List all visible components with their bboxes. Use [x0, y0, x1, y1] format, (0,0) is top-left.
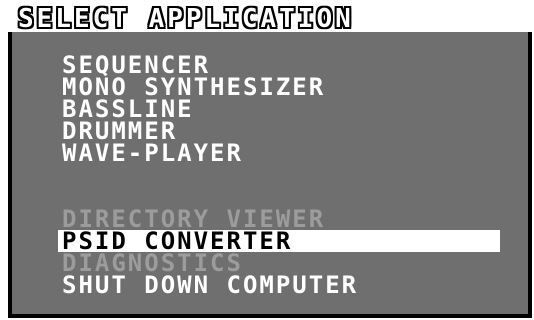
menu-gap — [62, 164, 532, 208]
screen: SELECT APPLICATION SEQUENCER MONO SYNTHE… — [0, 0, 534, 320]
window-title: SELECT APPLICATION — [18, 4, 354, 34]
menu-item-shut-down-computer[interactable]: SHUT DOWN COMPUTER — [62, 273, 532, 297]
application-select-window: SEQUENCER MONO SYNTHESIZER BASSLINE DRUM… — [8, 32, 532, 318]
application-list: SEQUENCER MONO SYNTHESIZER BASSLINE DRUM… — [58, 53, 532, 297]
menu-item-wave-player[interactable]: WAVE-PLAYER — [62, 141, 532, 165]
